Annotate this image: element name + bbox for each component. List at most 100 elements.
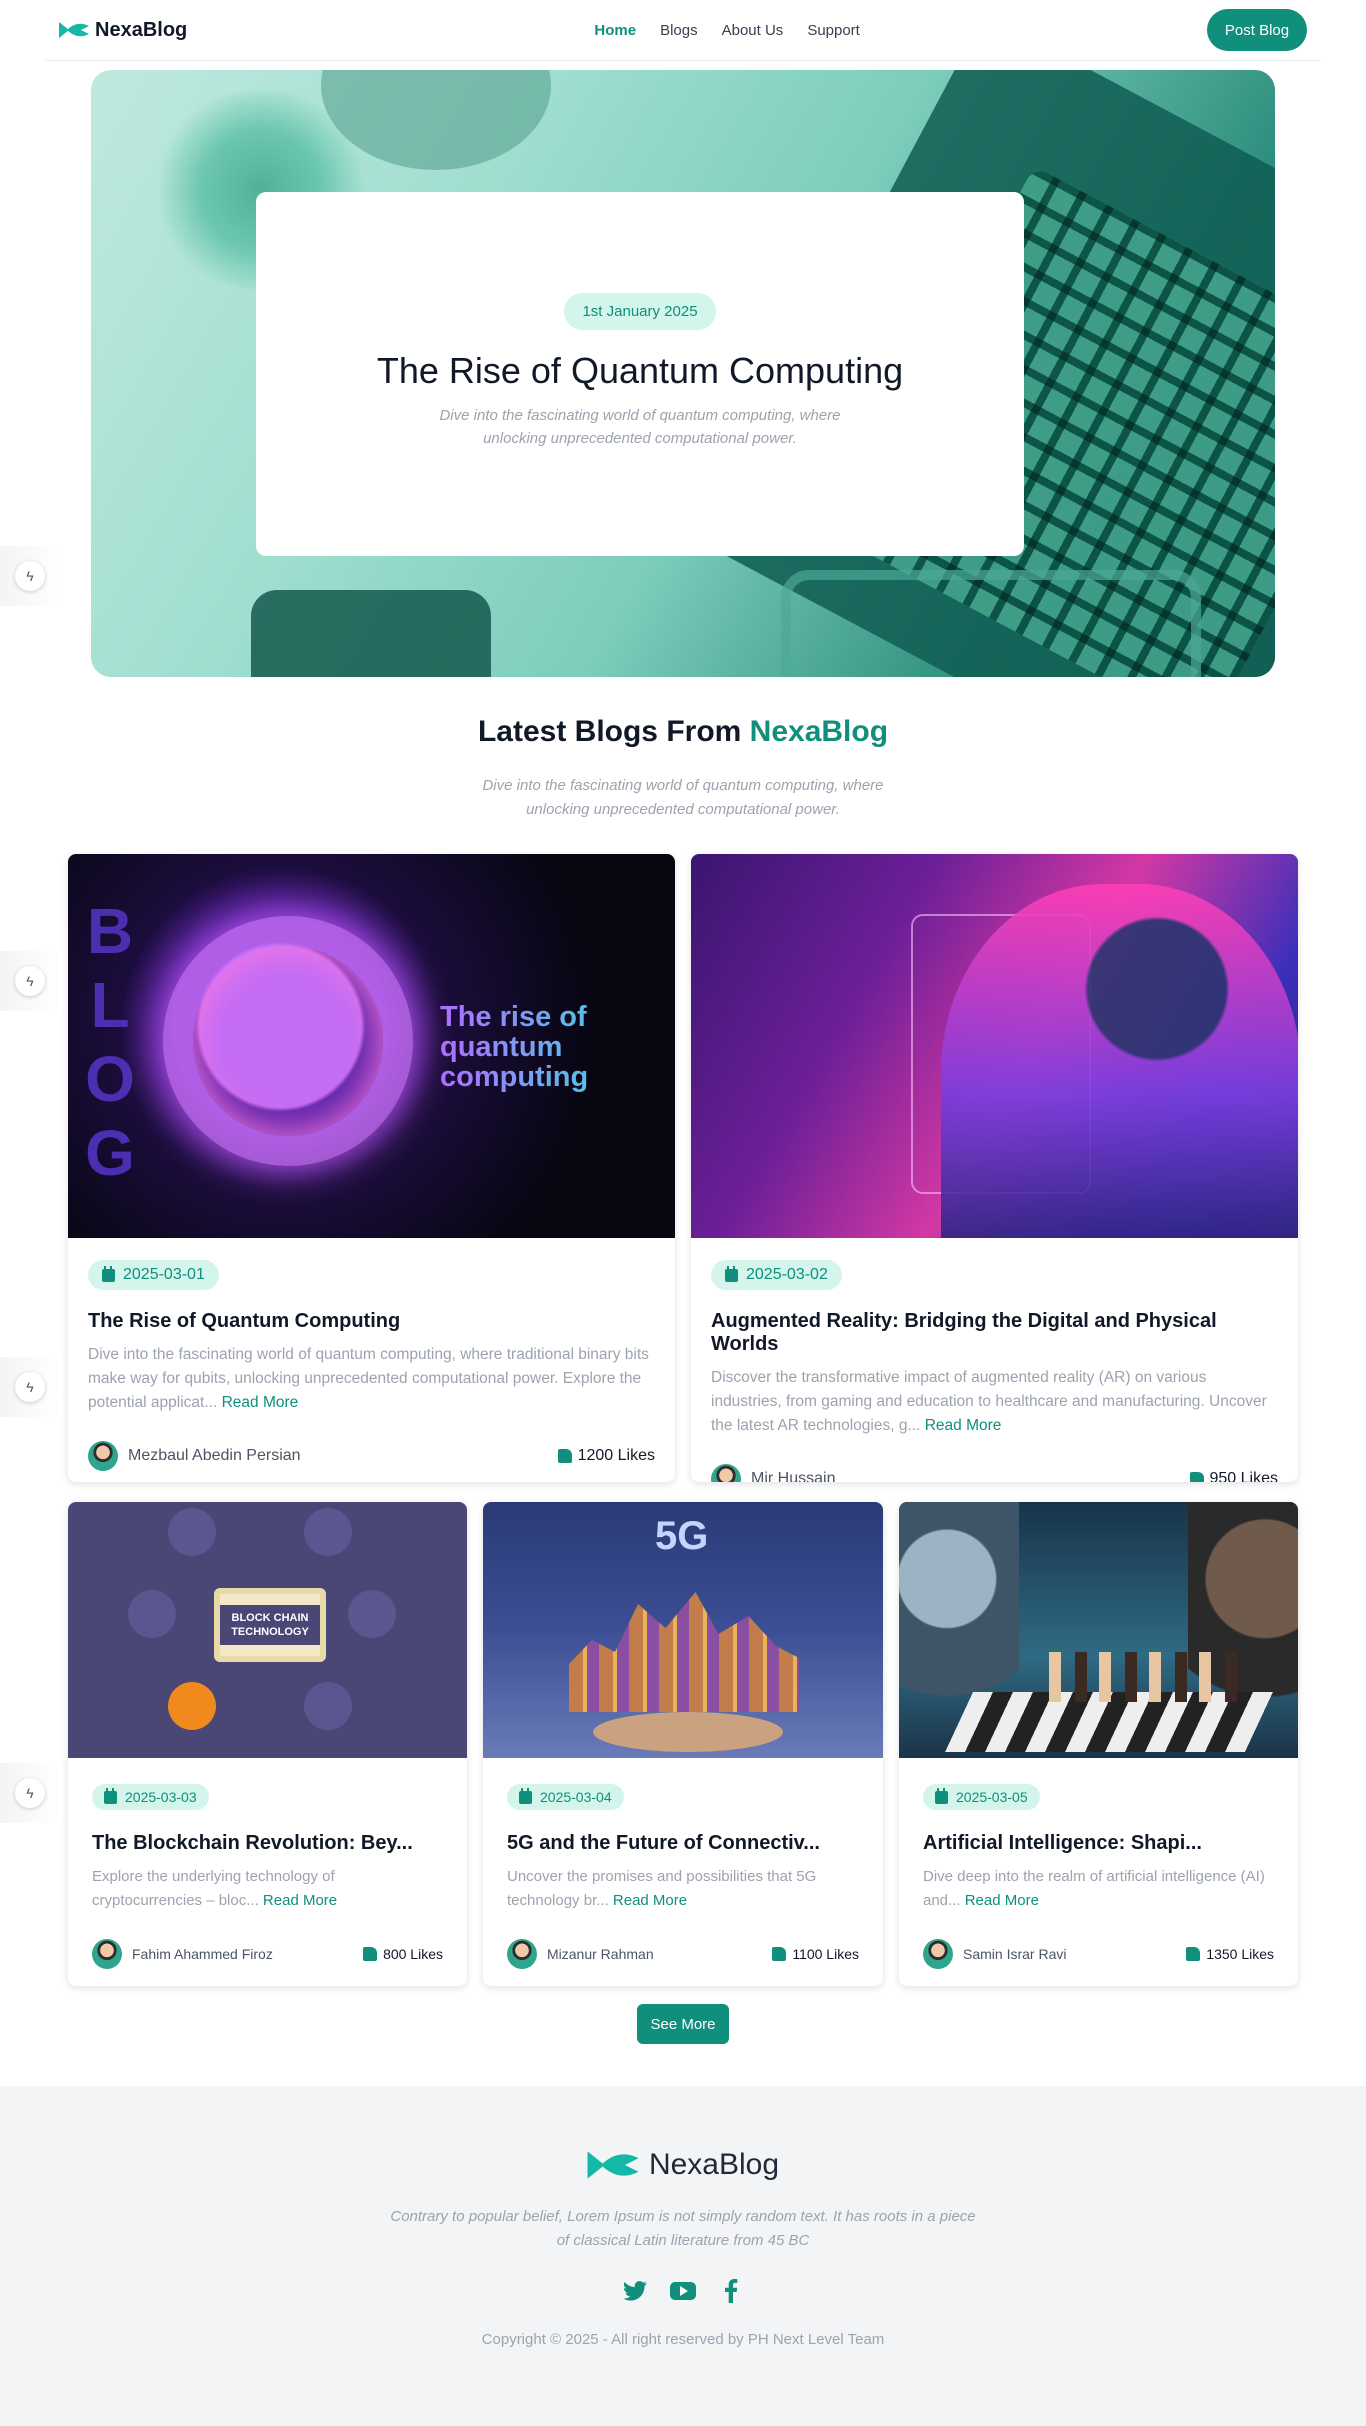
likes-count: 1100 Likes	[792, 1946, 859, 1962]
calendar-icon	[102, 1265, 115, 1282]
side-widget[interactable]: ϟ	[0, 1763, 60, 1823]
card-description: Discover the transformative impact of au…	[711, 1369, 1267, 1434]
image-city	[569, 1592, 799, 1712]
image-vr-person	[941, 884, 1298, 1238]
footer-brand[interactable]: NexaBlog	[587, 2148, 779, 2182]
author: Mezbaul Abedin Persian	[88, 1441, 301, 1471]
read-more-link[interactable]: Read More	[613, 1892, 687, 1909]
date-text: 2025-03-01	[123, 1266, 205, 1283]
youtube-icon[interactable]	[670, 2279, 696, 2303]
footer: NexaBlog Contrary to popular belief, Lor…	[0, 2086, 1366, 2426]
card-image	[899, 1502, 1298, 1758]
read-more-link[interactable]: Read More	[925, 1417, 1002, 1434]
lightning-icon: ϟ	[15, 1778, 45, 1808]
card-title[interactable]: The Rise of Quantum Computing	[88, 1310, 655, 1333]
card-title[interactable]: 5G and the Future of Connectiv...	[507, 1832, 859, 1855]
read-more-link[interactable]: Read More	[965, 1892, 1039, 1909]
avatar	[711, 1464, 741, 1482]
card-image: 5G	[483, 1502, 883, 1758]
author-name: Mizanur Rahman	[547, 1946, 654, 1962]
card-title[interactable]: Artificial Intelligence: Shapi...	[923, 1832, 1274, 1855]
card-title[interactable]: Augmented Reality: Bridging the Digital …	[711, 1310, 1278, 1356]
image-node	[168, 1682, 216, 1730]
blog-card[interactable]: 2025-03-02 Augmented Reality: Bridging t…	[691, 854, 1298, 1482]
hero-subtitle: Dive into the fascinating world of quant…	[439, 407, 841, 447]
blog-card[interactable]: BLOCK CHAIN TECHNOLOGY 2025-03-03 The Bl…	[68, 1502, 467, 1986]
blog-card[interactable]: 5G 2025-03-04 5G and the Future of Conne…	[483, 1502, 883, 1986]
date-text: 2025-03-05	[956, 1789, 1028, 1805]
hero-title: The Rise of Quantum Computing	[376, 350, 904, 391]
likes[interactable]: 950 Likes	[1189, 1470, 1279, 1482]
side-widget[interactable]: ϟ	[0, 546, 60, 606]
lightning-icon: ϟ	[15, 561, 45, 591]
thumbs-up-icon	[363, 1947, 378, 1961]
card-description: Dive deep into the realm of artificial i…	[923, 1868, 1265, 1909]
date-text: 2025-03-04	[540, 1789, 612, 1805]
likes-count: 950 Likes	[1209, 1470, 1279, 1482]
date-text: 2025-03-03	[125, 1789, 197, 1805]
calendar-icon	[519, 1787, 532, 1804]
brand[interactable]: NexaBlog	[59, 19, 187, 42]
section-title-prefix: Latest Blogs From	[477, 715, 742, 748]
card-title[interactable]: The Blockchain Revolution: Bey...	[92, 1832, 443, 1855]
likes-count: 800 Likes	[383, 1946, 443, 1962]
facebook-icon[interactable]	[718, 2279, 744, 2303]
card-image: BLOCK CHAIN TECHNOLOGY	[68, 1502, 467, 1758]
thumbs-up-icon	[557, 1449, 572, 1463]
date-badge: 2025-03-04	[507, 1784, 624, 1810]
nav-about-us[interactable]: About Us	[722, 22, 784, 39]
likes[interactable]: 1350 Likes	[1186, 1946, 1274, 1962]
blog-card[interactable]: B L O G The rise of quantum computing 20…	[68, 854, 675, 1482]
image-orb	[163, 916, 413, 1166]
image-node	[304, 1682, 352, 1730]
post-blog-button[interactable]: Post Blog	[1207, 9, 1307, 51]
hero-card: 1st January 2025 The Rise of Quantum Com…	[256, 192, 1024, 556]
image-caption: The rise of quantum computing	[440, 1002, 620, 1092]
navbar: NexaBlog Home Blogs About Us Support Pos…	[45, 0, 1321, 61]
image-node	[168, 1508, 216, 1556]
read-more-link[interactable]: Read More	[222, 1394, 299, 1411]
likes[interactable]: 1100 Likes	[772, 1946, 859, 1962]
read-more-link[interactable]: Read More	[263, 1892, 337, 1909]
nav-blogs[interactable]: Blogs	[660, 22, 698, 39]
image-node	[348, 1590, 396, 1638]
image-hand	[593, 1712, 783, 1752]
image-chess-pieces	[1049, 1652, 1249, 1702]
image-laptop: BLOCK CHAIN TECHNOLOGY	[214, 1588, 326, 1662]
blog-card[interactable]: 2025-03-05 Artificial Intelligence: Shap…	[899, 1502, 1298, 1986]
section-title: Latest Blogs From NexaBlog	[0, 715, 1366, 749]
thumbs-up-icon	[772, 1947, 787, 1961]
hero-bg-phone	[251, 590, 491, 677]
nav-support[interactable]: Support	[807, 22, 860, 39]
lightning-icon: ϟ	[15, 966, 45, 996]
likes[interactable]: 1200 Likes	[557, 1447, 655, 1465]
card-footer: Samin Israr Ravi 1350 Likes	[923, 1939, 1274, 1969]
hero-bg-touchpad	[781, 570, 1201, 677]
twitter-icon[interactable]	[622, 2279, 648, 2303]
image-node	[128, 1590, 176, 1638]
author-name: Samin Israr Ravi	[963, 1946, 1067, 1962]
hero-banner: 1st January 2025 The Rise of Quantum Com…	[91, 70, 1275, 677]
see-more-button[interactable]: See More	[637, 2004, 729, 2044]
card-description: Dive into the fascinating world of quant…	[88, 1346, 649, 1411]
author: Mir Hussain	[711, 1464, 835, 1482]
calendar-icon	[725, 1265, 738, 1282]
thumbs-up-icon	[1189, 1472, 1204, 1482]
thumbs-up-icon	[1186, 1947, 1201, 1961]
section-subtitle: Dive into the fascinating world of quant…	[482, 777, 884, 818]
hero-date-badge: 1st January 2025	[564, 293, 716, 330]
author-name: Mir Hussain	[751, 1470, 836, 1482]
author-name: Mezbaul Abedin Persian	[128, 1447, 301, 1464]
nav-home[interactable]: Home	[594, 22, 636, 39]
likes[interactable]: 800 Likes	[363, 1946, 443, 1962]
side-widget[interactable]: ϟ	[0, 1357, 60, 1417]
social-links	[0, 2279, 1366, 2303]
lightning-icon: ϟ	[15, 1372, 45, 1402]
logo-icon	[587, 2151, 639, 2179]
author: Samin Israr Ravi	[923, 1939, 1066, 1969]
date-badge: 2025-03-02	[711, 1260, 842, 1290]
card-footer: Fahim Ahammed Firoz 800 Likes	[92, 1939, 443, 1969]
date-badge: 2025-03-01	[88, 1260, 219, 1290]
side-widget[interactable]: ϟ	[0, 951, 60, 1011]
footer-description: Contrary to popular belief, Lorem Ipsum …	[390, 2208, 976, 2249]
